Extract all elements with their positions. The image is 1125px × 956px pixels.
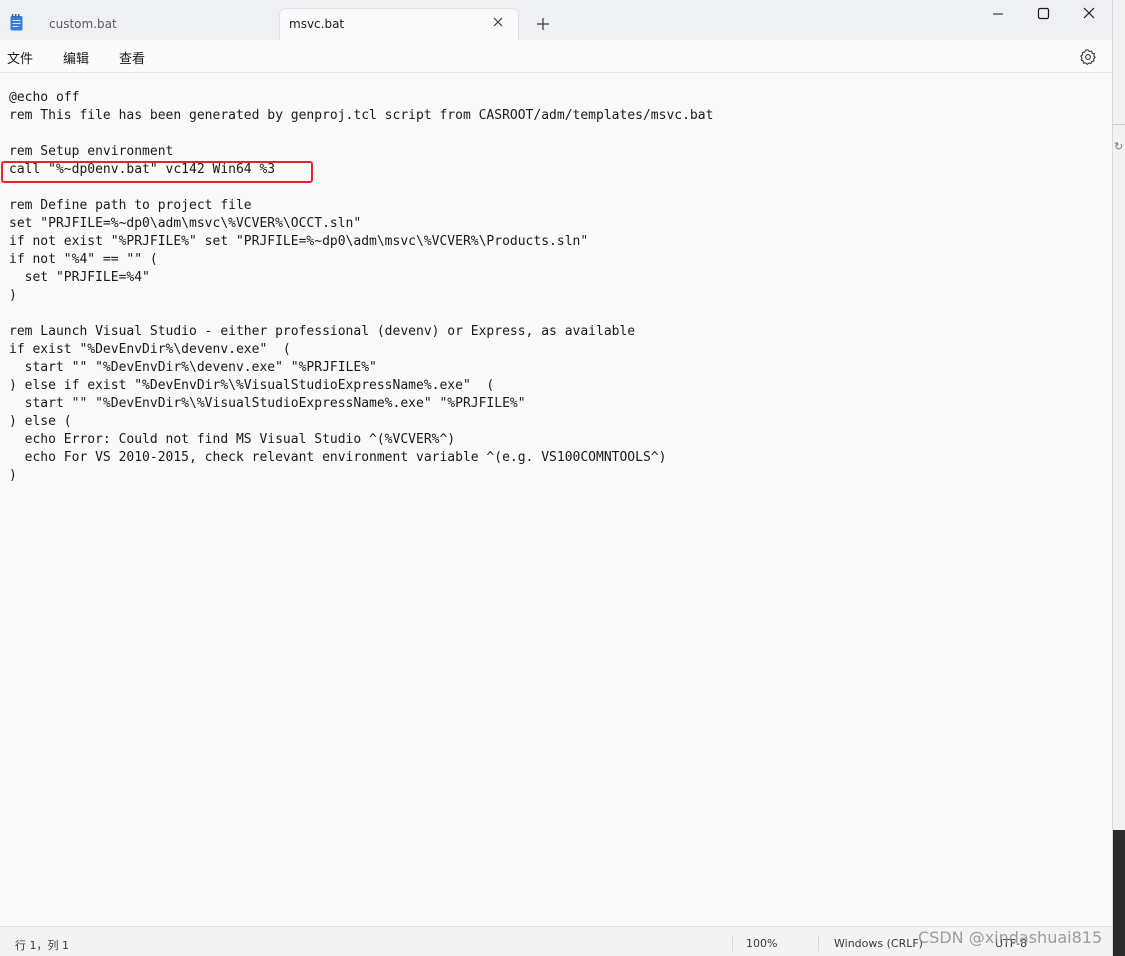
new-tab-plus-icon[interactable] bbox=[532, 13, 554, 35]
code-line: set "PRJFILE=%4" bbox=[9, 270, 150, 285]
code-line: ) else ( bbox=[9, 414, 72, 429]
code-line: rem Launch Visual Studio - either profes… bbox=[9, 324, 636, 339]
status-divider bbox=[732, 935, 733, 951]
dark-panel bbox=[1113, 830, 1125, 956]
code-line: rem Define path to project file bbox=[9, 198, 252, 213]
tab-custom-bat[interactable]: custom.bat bbox=[34, 8, 276, 40]
tab-msvc-bat[interactable]: msvc.bat bbox=[279, 8, 519, 40]
code-line: ) bbox=[9, 468, 17, 483]
code-line: if not "%4" == "" ( bbox=[9, 252, 158, 267]
status-bar: 行 1，列 1 100% Windows (CRLF) UTF-8 bbox=[0, 926, 1112, 956]
tab-label: custom.bat bbox=[49, 17, 117, 31]
notepad-app-icon bbox=[10, 14, 23, 31]
line-ending: Windows (CRLF) bbox=[834, 937, 923, 950]
cursor-position: 行 1，列 1 bbox=[15, 939, 69, 952]
gear-icon[interactable] bbox=[1079, 48, 1097, 66]
status-divider bbox=[818, 935, 819, 951]
divider bbox=[1113, 124, 1125, 125]
menu-view[interactable]: 查看 bbox=[119, 48, 145, 67]
code-line: rem Setup environment bbox=[9, 144, 174, 159]
code-line: if not exist "%PRJFILE%" set "PRJFILE=%~… bbox=[9, 234, 589, 249]
menu-file[interactable]: 文件 bbox=[7, 48, 33, 67]
background-window-edge: ↻ bbox=[1112, 0, 1125, 956]
code-line: set "PRJFILE=%~dp0\adm\msvc\%VCVER%\OCCT… bbox=[9, 216, 362, 231]
title-tab-bar: custom.bat msvc.bat bbox=[0, 0, 1112, 40]
code-line: @echo off bbox=[9, 90, 80, 105]
partial-icon: ↻ bbox=[1114, 140, 1124, 153]
code-line: ) bbox=[9, 288, 17, 303]
text-editor[interactable]: @echo off rem This file has been generate… bbox=[0, 73, 1112, 926]
close-window-icon[interactable] bbox=[1066, 0, 1112, 28]
red-highlight-box bbox=[1, 161, 313, 183]
menu-bar: 文件 编辑 查看 bbox=[0, 40, 1112, 73]
code-line: ) else if exist "%DevEnvDir%\%VisualStud… bbox=[9, 378, 495, 393]
code-line: start "" "%DevEnvDir%\devenv.exe" "%PRJF… bbox=[9, 360, 377, 375]
editor-text: @echo off rem This file has been generate… bbox=[9, 89, 713, 485]
screen: custom.bat msvc.bat 文件 编辑 查看 @echo off r… bbox=[0, 0, 1125, 956]
zoom-level: 100% bbox=[746, 937, 778, 950]
code-line: start "" "%DevEnvDir%\%VisualStudioExpre… bbox=[9, 396, 526, 411]
code-line: echo For VS 2010-2015, check relevant en… bbox=[9, 450, 667, 465]
maximize-icon[interactable] bbox=[1020, 0, 1066, 28]
menu-edit[interactable]: 编辑 bbox=[63, 48, 89, 67]
close-tab-icon[interactable] bbox=[491, 15, 505, 29]
code-line: echo Error: Could not find MS Visual Stu… bbox=[9, 432, 456, 447]
code-line: rem This file has been generated by genp… bbox=[9, 108, 714, 123]
minimize-icon[interactable] bbox=[975, 0, 1021, 28]
tab-label: msvc.bat bbox=[289, 17, 345, 31]
encoding: UTF-8 bbox=[995, 937, 1028, 950]
notepad-window: custom.bat msvc.bat 文件 编辑 查看 @echo off r… bbox=[0, 0, 1112, 956]
code-line: if exist "%DevEnvDir%\devenv.exe" ( bbox=[9, 342, 291, 357]
